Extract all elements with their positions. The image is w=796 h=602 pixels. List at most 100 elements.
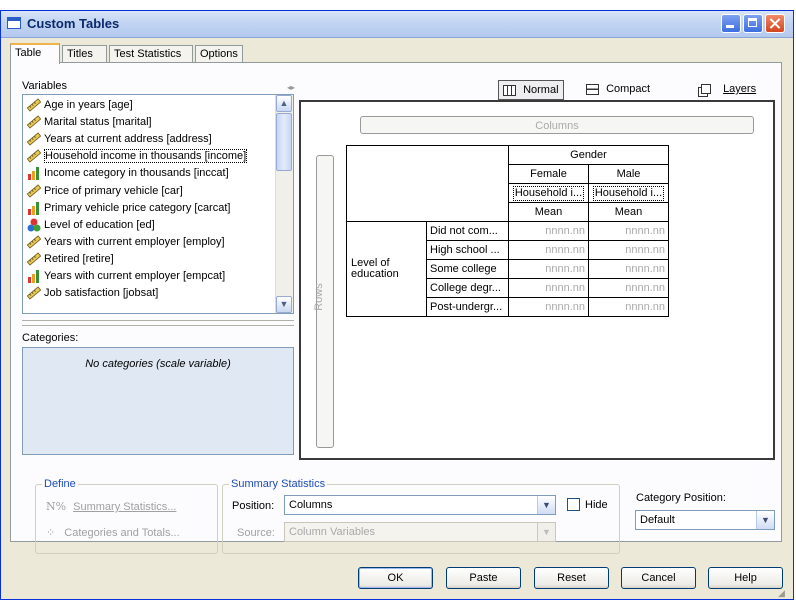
summary-variable-cell[interactable]: Household i...	[588, 183, 669, 203]
column-category[interactable]: Female	[508, 164, 589, 184]
scroll-down-button[interactable]: ▼	[276, 296, 292, 313]
categories-totals-label: Categories and Totals...	[64, 527, 180, 539]
maximize-button[interactable]	[743, 14, 763, 33]
ok-button[interactable]: OK	[358, 567, 433, 589]
scale-ruler-icon	[26, 149, 42, 163]
source-label: Source:	[237, 527, 275, 539]
layers-icon	[698, 83, 711, 97]
row-category[interactable]: High school ...	[426, 240, 509, 260]
minimize-button[interactable]	[721, 14, 741, 33]
column-variable-header[interactable]: Gender	[508, 145, 669, 165]
variable-list-item[interactable]: Years at current address [address]	[26, 131, 212, 148]
source-select[interactable]: Column Variables ▼	[284, 522, 556, 542]
position-select[interactable]: Columns ▼	[284, 495, 556, 515]
tab-options[interactable]: Options	[195, 45, 243, 63]
category-position-select[interactable]: Default ▼	[635, 510, 775, 530]
splitter-arrows-icon[interactable]: ◂▸	[287, 83, 295, 92]
ordinal-bars-icon	[27, 166, 41, 181]
compact-grid-icon	[586, 83, 599, 95]
variable-list-item[interactable]: Job satisfaction [jobsat]	[26, 285, 159, 302]
category-position-label: Category Position:	[636, 492, 726, 504]
variable-list-item[interactable]: Primary vehicle price category [carcat]	[27, 200, 230, 217]
chevron-down-icon[interactable]: ▼	[537, 523, 555, 541]
variable-list-item[interactable]: Years with current employer [empcat]	[27, 268, 225, 285]
tab-titles[interactable]: Titles	[62, 45, 107, 63]
variable-label: Job satisfaction [jobsat]	[44, 287, 159, 300]
summary-statistics-legend: Summary Statistics	[231, 478, 326, 490]
variable-list-item[interactable]: Price of primary vehicle [car]	[26, 183, 183, 200]
layers-button[interactable]: Layers	[698, 80, 756, 98]
tab-test-statistics[interactable]: Test Statistics	[109, 45, 193, 63]
categories-totals-button[interactable]: ⁘ Categories and Totals...	[46, 526, 180, 539]
variable-list-item[interactable]: Retired [retire]	[26, 251, 114, 268]
summary-statistics-label: Summary Statistics...	[73, 501, 177, 513]
title-bar[interactable]: Custom Tables	[1, 11, 793, 38]
data-cell: nnnn.nn	[588, 297, 669, 317]
variable-list-item[interactable]: Years with current employer [employ]	[26, 234, 225, 251]
rows-drop-zone[interactable]: Rows	[312, 155, 334, 448]
reset-button[interactable]: Reset	[534, 567, 609, 589]
nominal-circles-icon	[27, 218, 41, 232]
categories-icon: ⁘	[46, 527, 56, 539]
hide-checkbox[interactable]	[567, 498, 580, 511]
tab-table[interactable]: Table	[10, 43, 60, 64]
compact-view-label: Compact	[606, 83, 651, 95]
rows-drop-label: Rows	[312, 283, 325, 311]
summary-variable-label: Household i...	[512, 185, 585, 201]
variable-label: Income category in thousands [inccat]	[44, 167, 229, 180]
cancel-button[interactable]: Cancel	[621, 567, 696, 589]
variable-label: Retired [retire]	[44, 252, 114, 265]
data-cell: nnnn.nn	[508, 240, 589, 260]
row-variable-header[interactable]: Level of education	[346, 221, 427, 317]
row-category[interactable]: Post-undergr...	[426, 297, 509, 317]
scroll-up-button[interactable]: ▲	[276, 95, 292, 112]
variable-list-scrollbar[interactable]: ▲ ▼	[275, 95, 293, 313]
normal-view-label: Normal	[523, 84, 559, 96]
hide-label: Hide	[585, 499, 608, 511]
variable-label: Primary vehicle price category [carcat]	[44, 201, 231, 214]
position-label: Position:	[232, 500, 275, 512]
resize-grip-icon[interactable]: ◢	[778, 588, 785, 599]
statistic-header: Mean	[588, 202, 669, 222]
compact-view-button[interactable]: Compact	[586, 80, 650, 98]
row-category[interactable]: College degr...	[426, 278, 509, 298]
normal-view-button[interactable]: Normal	[498, 80, 564, 100]
summary-statistics-button[interactable]: N% Summary Statistics...	[46, 500, 176, 513]
categories-message: No categories (scale variable)	[85, 358, 231, 370]
scale-ruler-icon	[26, 286, 42, 300]
variable-list-item[interactable]: Household income in thousands [income]	[26, 148, 248, 165]
variable-list-item[interactable]: Level of education [ed]	[27, 217, 155, 234]
position-value: Columns	[289, 499, 333, 511]
variable-list-item[interactable]: Marital status [marital]	[26, 114, 152, 131]
chevron-down-icon[interactable]: ▼	[756, 511, 774, 529]
variable-label: Age in years [age]	[44, 99, 133, 111]
data-cell: nnnn.nn	[588, 278, 669, 298]
variable-list[interactable]: Age in years [age] Marital status [marita…	[22, 94, 294, 314]
scale-ruler-icon	[26, 115, 42, 129]
scroll-thumb[interactable]	[276, 113, 292, 171]
variable-label: Household income in thousands [income]	[44, 149, 248, 164]
summary-statistics-group: Summary Statistics	[222, 478, 620, 554]
row-category[interactable]: Did not com...	[426, 221, 509, 241]
columns-drop-zone[interactable]: Columns	[360, 116, 754, 134]
table-preview[interactable]: Gender Female Male Household i... Househ…	[346, 145, 669, 317]
window-title: Custom Tables	[27, 16, 120, 31]
summary-variable-cell[interactable]: Household i...	[508, 183, 589, 203]
variable-list-item[interactable]: Age in years [age]	[26, 97, 133, 114]
column-category[interactable]: Male	[588, 164, 669, 184]
close-button[interactable]	[765, 14, 785, 33]
chevron-down-icon[interactable]: ▼	[537, 496, 555, 514]
sigma-icon: N%	[46, 500, 67, 513]
paste-button[interactable]: Paste	[446, 567, 521, 589]
data-cell: nnnn.nn	[508, 221, 589, 241]
ordinal-bars-icon	[27, 269, 41, 284]
grid-icon	[503, 84, 516, 96]
pane-splitter[interactable]	[22, 320, 294, 326]
data-cell: nnnn.nn	[508, 259, 589, 279]
row-category[interactable]: Some college	[426, 259, 509, 279]
data-cell: nnnn.nn	[508, 278, 589, 298]
data-cell: nnnn.nn	[588, 240, 669, 260]
scale-ruler-icon	[26, 183, 42, 198]
variable-list-item[interactable]: Income category in thousands [inccat]	[27, 165, 229, 182]
help-button[interactable]: Help	[708, 567, 783, 589]
